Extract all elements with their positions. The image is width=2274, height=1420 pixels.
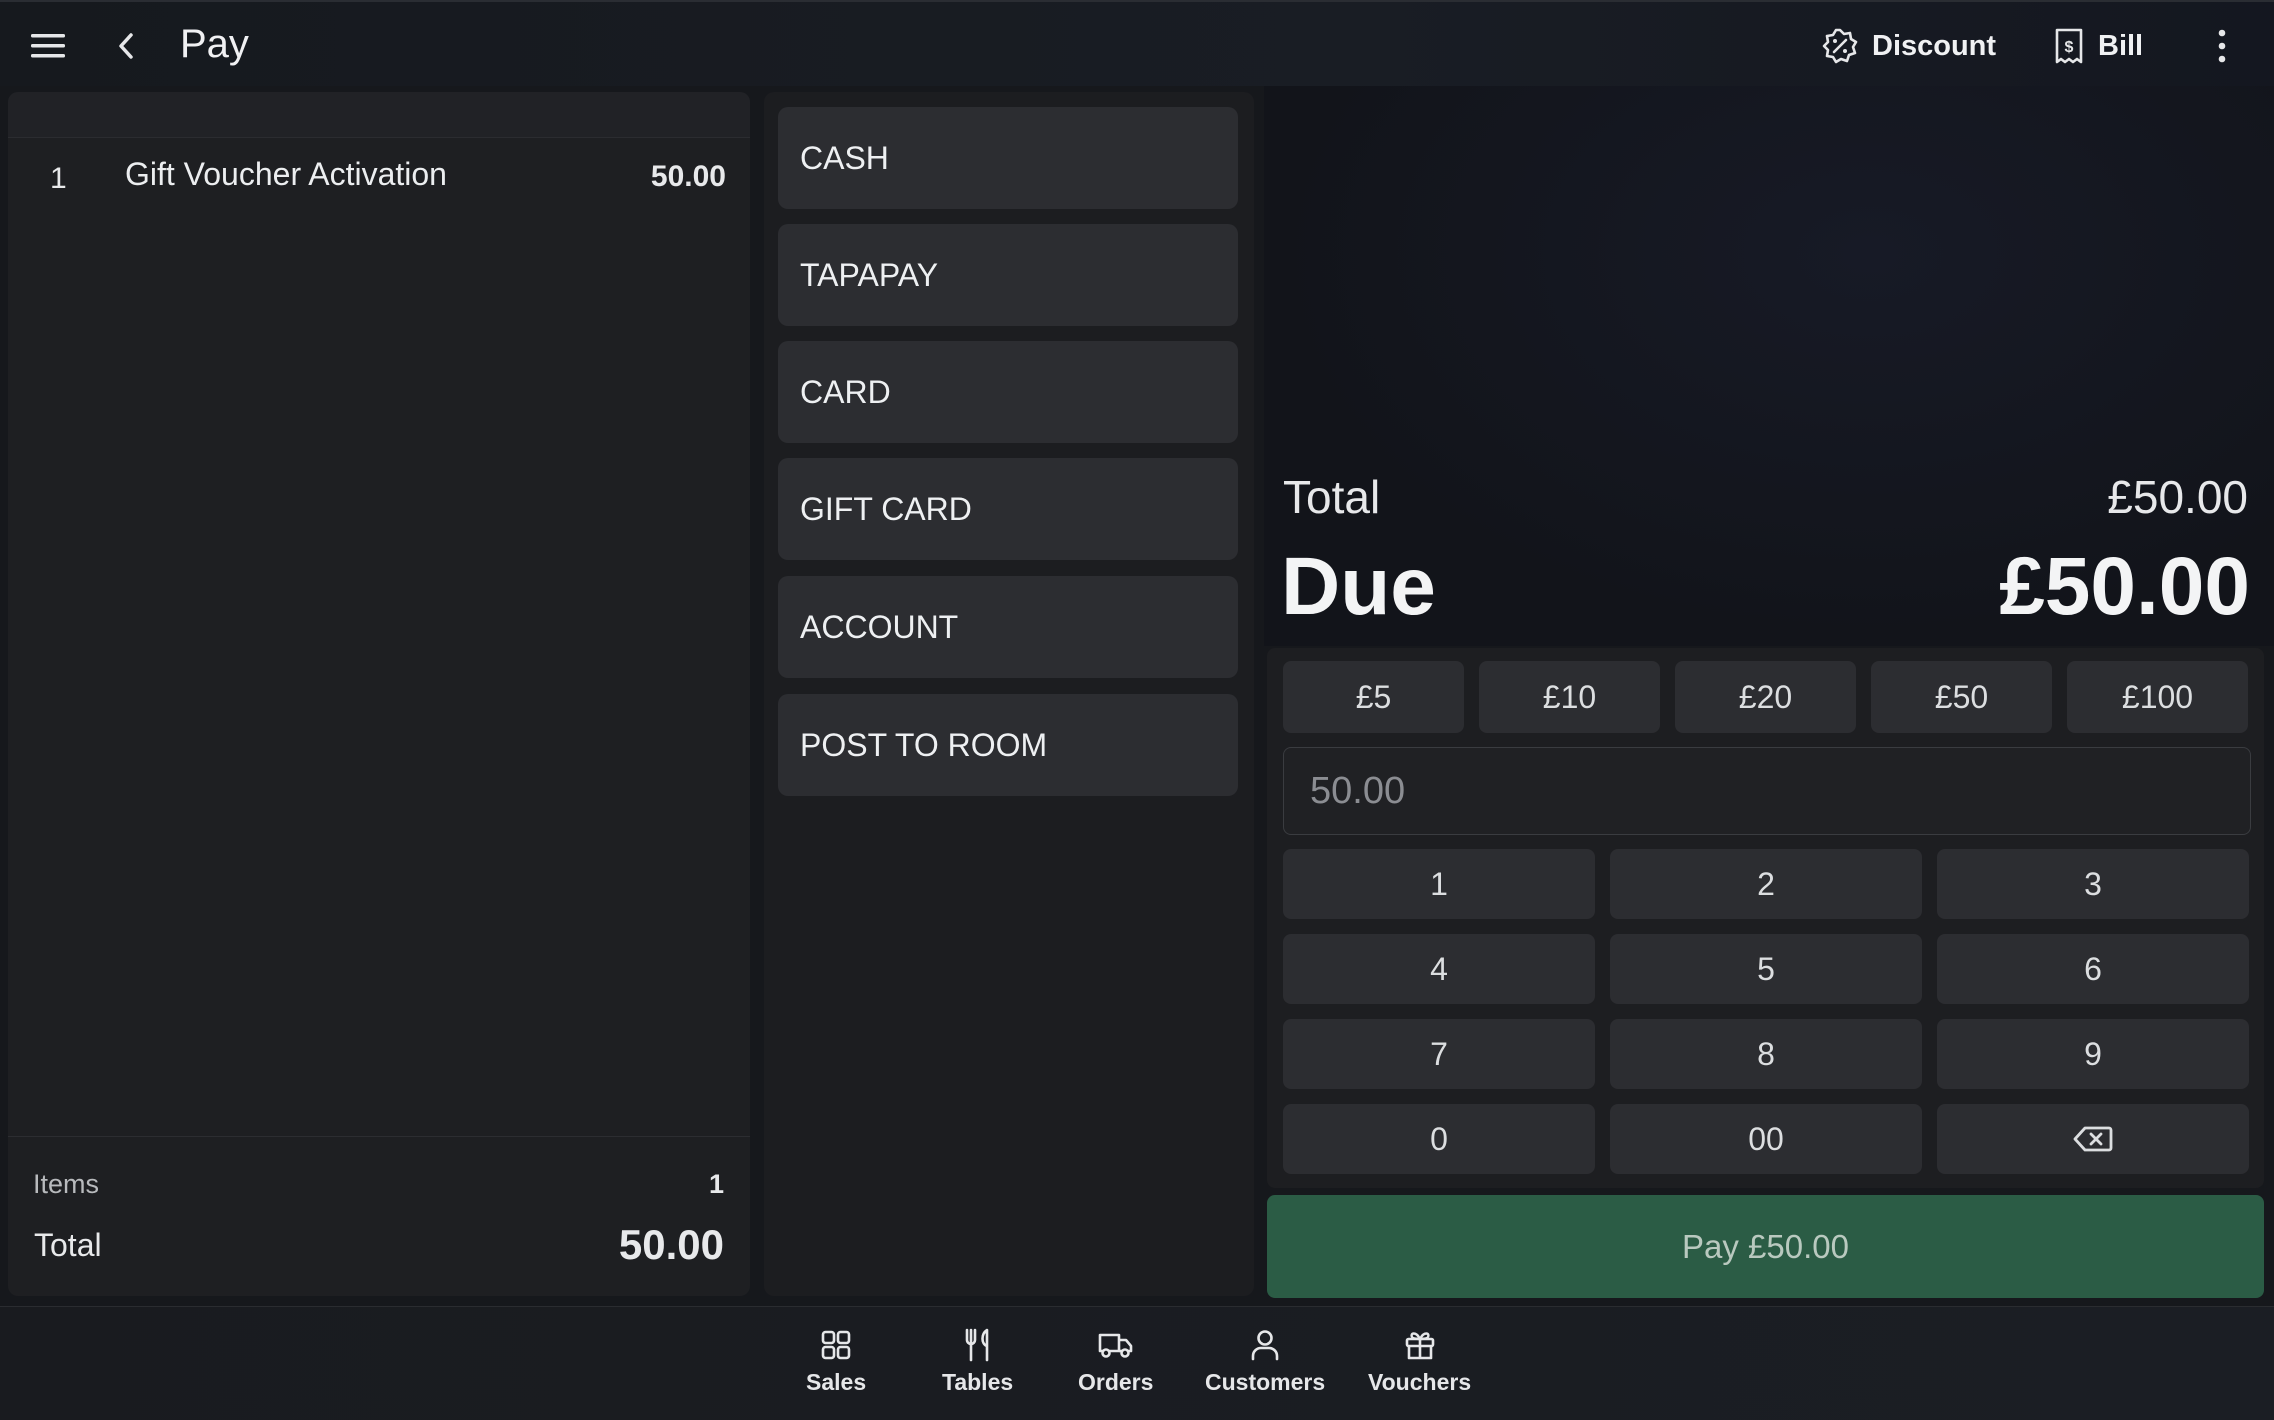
keypad-key-00[interactable]: 00 bbox=[1610, 1104, 1922, 1174]
amount-input[interactable] bbox=[1283, 747, 2251, 835]
nav-item-sales[interactable]: Sales bbox=[806, 1327, 866, 1396]
keypad-key-9[interactable]: 9 bbox=[1937, 1019, 2249, 1089]
nav-label-orders: Orders bbox=[1078, 1369, 1154, 1395]
quick-amount-50[interactable]: £50 bbox=[1871, 661, 2052, 733]
payment-methods-panel: CASH TAPAPAY CARD GIFT CARD ACCOUNT POST… bbox=[764, 92, 1254, 1296]
nav-item-customers[interactable]: Customers bbox=[1205, 1327, 1325, 1396]
order-totals: Items 1 Total 50.00 bbox=[8, 1136, 750, 1296]
keypad-backspace-button[interactable] bbox=[1937, 1104, 2249, 1174]
keypad-key-2[interactable]: 2 bbox=[1610, 849, 1922, 919]
pos-pay-screen: Pay Discount $ Bill 1 Gift Voucher Activ… bbox=[0, 0, 2274, 1420]
nav-label-tables: Tables bbox=[942, 1369, 1014, 1395]
quick-amount-20[interactable]: £20 bbox=[1675, 661, 1856, 733]
quick-amount-100[interactable]: £100 bbox=[2067, 661, 2248, 733]
discount-button[interactable]: Discount bbox=[1822, 24, 1996, 68]
order-total-value: 50.00 bbox=[618, 1221, 724, 1268]
nav-item-vouchers[interactable]: Vouchers bbox=[1368, 1327, 1471, 1396]
nav-item-orders[interactable]: Orders bbox=[1078, 1327, 1153, 1396]
keypad-panel: £5 £10 £20 £50 £100 1 2 3 4 5 6 7 8 9 0 … bbox=[1267, 648, 2264, 1188]
bill-label: Bill bbox=[2098, 29, 2144, 62]
hamburger-menu-icon bbox=[31, 34, 65, 58]
backspace-icon bbox=[2073, 1126, 2113, 1152]
top-bar: Pay Discount $ Bill bbox=[0, 0, 2274, 86]
page-title: Pay bbox=[180, 22, 249, 66]
keypad-key-5[interactable]: 5 bbox=[1610, 934, 1922, 1004]
keypad-key-4[interactable]: 4 bbox=[1283, 934, 1595, 1004]
order-total-label: Total bbox=[34, 1227, 102, 1263]
payment-method-account[interactable]: ACCOUNT bbox=[778, 576, 1238, 678]
nav-label-customers: Customers bbox=[1205, 1369, 1326, 1395]
bottom-navigation: Sales Tables Orders Customers Vouchers bbox=[0, 1306, 2274, 1420]
payment-method-post-to-room[interactable]: POST TO ROOM bbox=[778, 694, 1238, 796]
nav-label-sales: Sales bbox=[806, 1369, 867, 1395]
line-item-name: Gift Voucher Activation bbox=[125, 156, 447, 192]
payment-method-card[interactable]: CARD bbox=[778, 341, 1238, 443]
payment-method-cash[interactable]: CASH bbox=[778, 107, 1238, 209]
vertical-dots-icon bbox=[2218, 29, 2226, 63]
keypad-key-0[interactable]: 0 bbox=[1283, 1104, 1595, 1174]
person-icon bbox=[1247, 1327, 1283, 1363]
items-count: 1 bbox=[708, 1169, 724, 1199]
svg-text:$: $ bbox=[2065, 39, 2074, 56]
delivery-truck-icon bbox=[1098, 1327, 1134, 1363]
receipt-icon: $ bbox=[2055, 28, 2083, 64]
quick-amount-10[interactable]: £10 bbox=[1479, 661, 1660, 733]
line-item-price: 50.00 bbox=[650, 160, 726, 193]
discount-badge-icon bbox=[1822, 28, 1858, 64]
due-label: Due bbox=[1281, 541, 1436, 632]
keypad-key-8[interactable]: 8 bbox=[1610, 1019, 1922, 1089]
line-item-quantity: 1 bbox=[50, 162, 67, 195]
due-value: £50.00 bbox=[1999, 541, 2250, 632]
grid-icon bbox=[818, 1327, 854, 1363]
back-button[interactable] bbox=[110, 28, 142, 64]
keypad-key-7[interactable]: 7 bbox=[1283, 1019, 1595, 1089]
discount-label: Discount bbox=[1872, 29, 1997, 62]
keypad-key-3[interactable]: 3 bbox=[1937, 849, 2249, 919]
keypad-key-6[interactable]: 6 bbox=[1937, 934, 2249, 1004]
keypad-key-1[interactable]: 1 bbox=[1283, 849, 1595, 919]
payment-method-tapapay[interactable]: TAPAPAY bbox=[778, 224, 1238, 326]
quick-amount-5[interactable]: £5 bbox=[1283, 661, 1464, 733]
nav-item-tables[interactable]: Tables bbox=[942, 1327, 1013, 1396]
summary-total-value: £50.00 bbox=[2107, 471, 2248, 523]
payment-method-gift-card[interactable]: GIFT CARD bbox=[778, 458, 1238, 560]
cutlery-icon bbox=[960, 1327, 996, 1363]
order-line-item[interactable]: 1 Gift Voucher Activation 50.00 bbox=[8, 92, 750, 195]
summary-total-label: Total bbox=[1283, 471, 1381, 523]
order-summary-panel: 1 Gift Voucher Activation 50.00 Items 1 … bbox=[8, 92, 750, 1296]
nav-label-vouchers: Vouchers bbox=[1368, 1369, 1472, 1395]
items-label: Items bbox=[33, 1169, 100, 1199]
more-options-button[interactable] bbox=[2210, 24, 2234, 68]
pay-button[interactable]: Pay £50.00 bbox=[1267, 1195, 2264, 1298]
menu-button[interactable] bbox=[28, 28, 68, 64]
chevron-left-icon bbox=[119, 33, 133, 59]
bill-button[interactable]: $ Bill bbox=[2054, 24, 2143, 68]
gift-icon bbox=[1402, 1327, 1438, 1363]
